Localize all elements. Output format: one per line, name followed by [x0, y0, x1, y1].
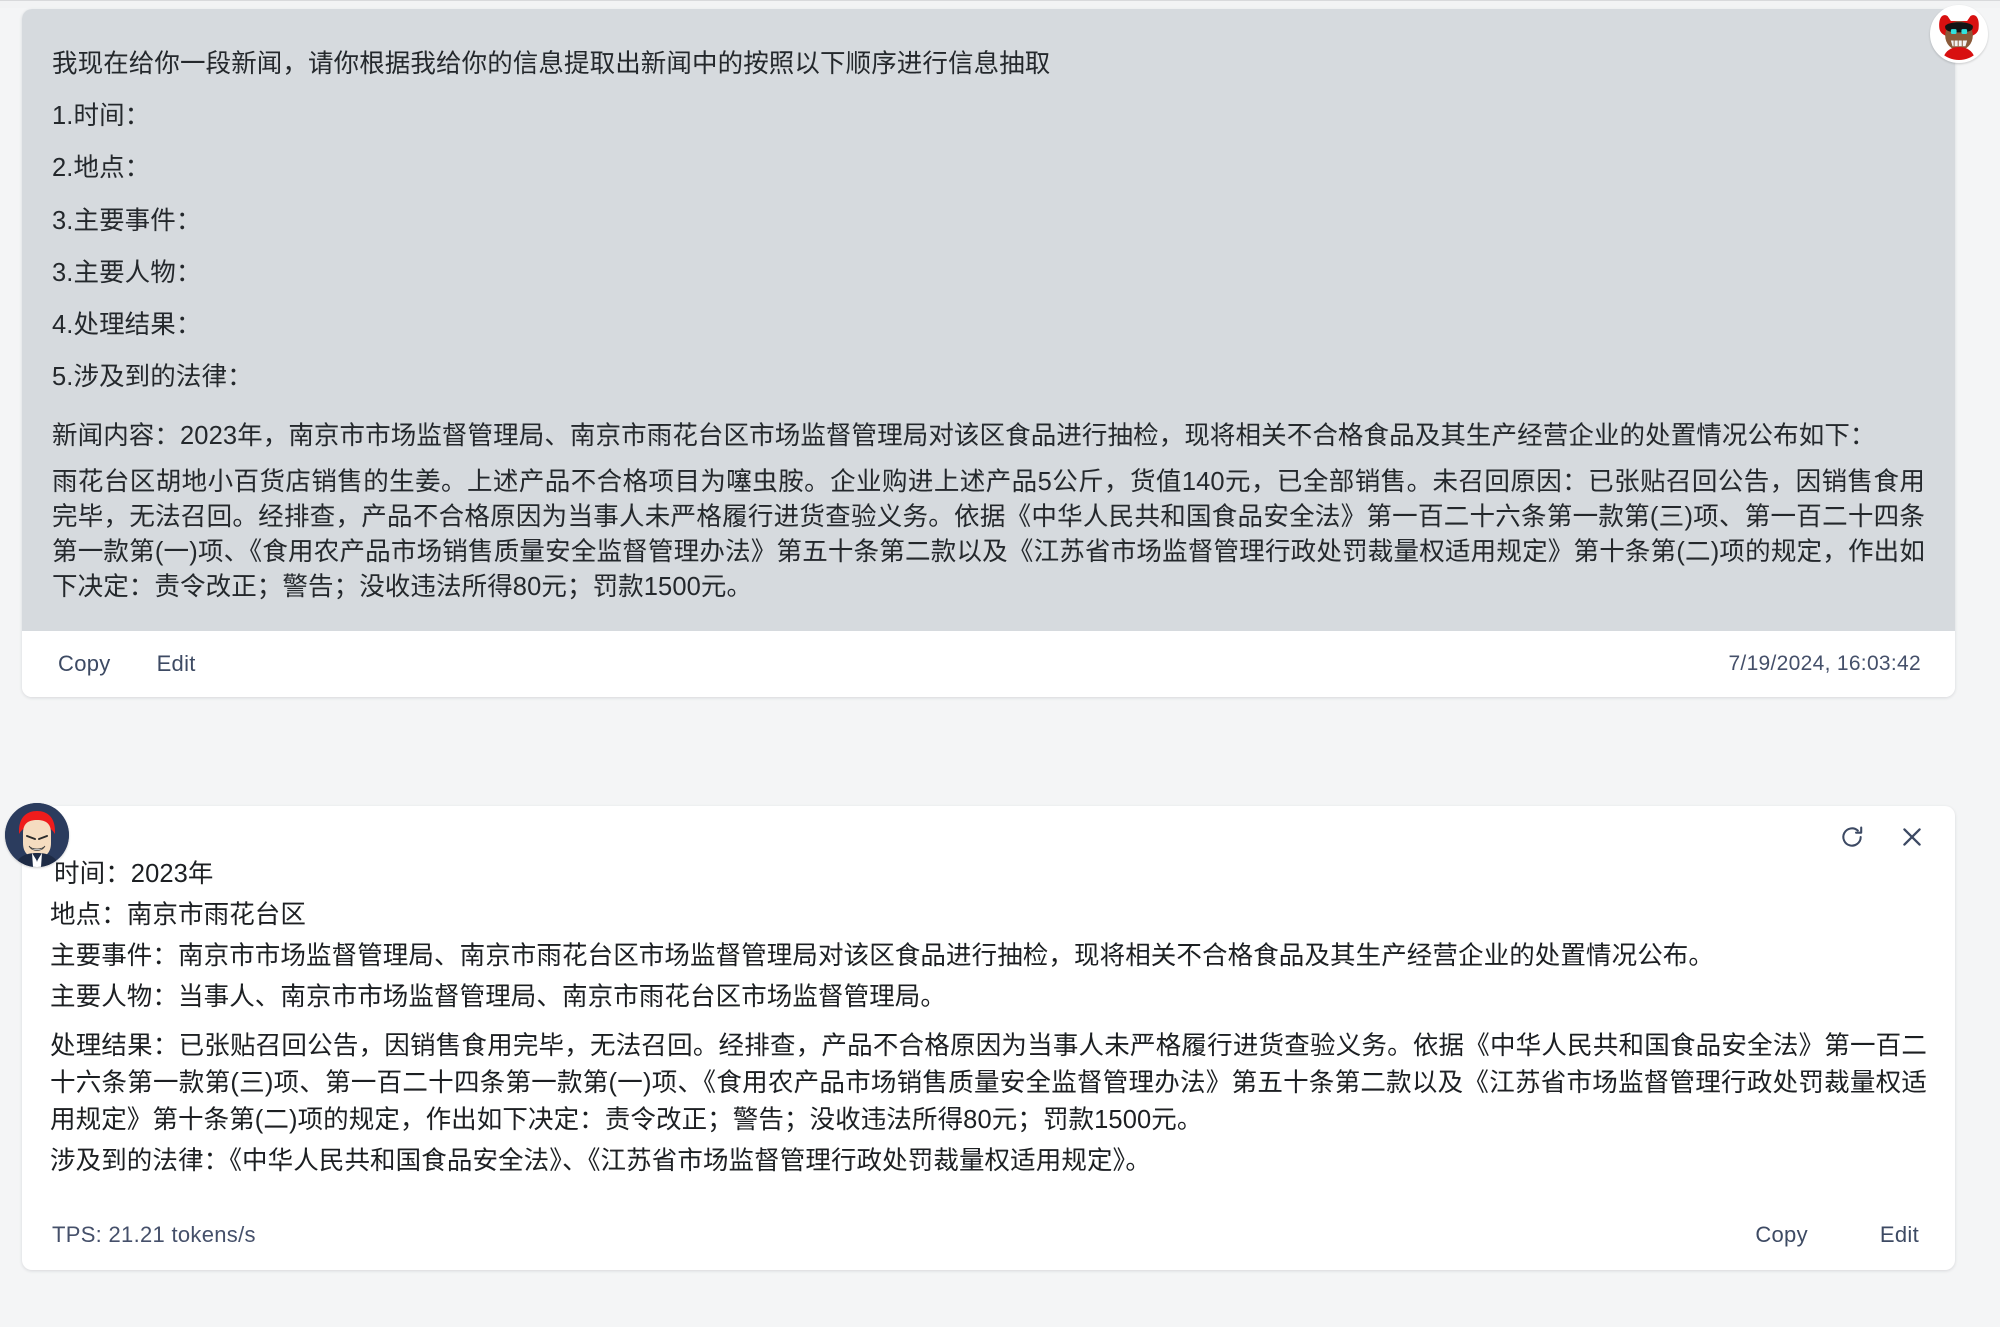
- refresh-icon: [1842, 826, 1863, 847]
- answer-line-place: 地点：南京市雨花台区: [50, 900, 307, 929]
- close-icon: [1903, 828, 1921, 846]
- window-top-strip: [0, 0, 2000, 8]
- user-message-card: 我现在给你一段新闻，请你根据我给你的信息提取出新闻中的按照以下顺序进行信息抽取 …: [22, 9, 1955, 698]
- assistant-avatar-image: [5, 803, 69, 867]
- news-body: 雨花台区胡地小百货店销售的生姜。上述产品不合格项目为噻虫胺。企业购进上述产品5公…: [52, 467, 1925, 602]
- prompt-field-time: 1.时间：: [52, 102, 151, 131]
- assistant-message-footer: TPS: 21.21 tokens/s Copy Edit: [22, 1200, 1955, 1270]
- prompt-field-law: 5.涉及到的法律：: [52, 363, 253, 392]
- assistant-copy-button[interactable]: Copy: [1745, 1216, 1818, 1254]
- user-avatar-image: [1933, 8, 1985, 60]
- assistant-avatar: [5, 803, 69, 867]
- news-intro: 新闻内容：2023年，南京市市场监督管理局、南京市雨花台区市场监督管理局对该区食…: [52, 422, 1876, 451]
- prompt-intro: 我现在给你一段新闻，请你根据我给你的信息提取出新闻中的按照以下顺序进行信息抽取: [52, 50, 1051, 78]
- prompt-field-result: 4.处理结果：: [52, 310, 202, 339]
- assistant-message-tools: [1835, 820, 1929, 854]
- user-copy-button[interactable]: Copy: [48, 645, 121, 683]
- prompt-field-event: 3.主要事件：: [52, 206, 202, 235]
- user-message-footer: Copy Edit 7/19/2024, 16:03:42: [22, 631, 1955, 698]
- answer-line-time: 时间：2023年: [54, 860, 214, 888]
- user-edit-button[interactable]: Edit: [147, 645, 206, 683]
- user-avatar: [1930, 5, 1988, 63]
- answer-line-law: 涉及到的法律：《中华人民共和国食品安全法》、《江苏省市场监督管理行政处罚裁量权适…: [50, 1146, 1152, 1175]
- tps-indicator: TPS: 21.21 tokens/s: [52, 1221, 256, 1247]
- answer-line-event: 主要事件：南京市市场监督管理局、南京市雨花台区市场监督管理局对该区食品进行抽检，…: [50, 941, 1715, 970]
- close-button[interactable]: [1895, 820, 1929, 854]
- prompt-field-people: 3.主要人物：: [52, 258, 202, 287]
- regenerate-icon[interactable]: [1835, 820, 1869, 854]
- chat-app: 我现在给你一段新闻，请你根据我给你的信息提取出新闻中的按照以下顺序进行信息抽取 …: [0, 0, 2000, 1327]
- assistant-message-body: 时间：2023年 地点：南京市雨花台区 主要事件：南京市市场监督管理局、南京市雨…: [22, 854, 1955, 1200]
- assistant-edit-button[interactable]: Edit: [1870, 1216, 1929, 1254]
- assistant-message-card: 时间：2023年 地点：南京市雨花台区 主要事件：南京市市场监督管理局、南京市雨…: [22, 806, 1955, 1270]
- prompt-field-place: 2.地点：: [52, 154, 151, 183]
- assistant-message-header: [22, 806, 1955, 854]
- assistant-actions: Copy Edit: [1693, 1216, 1929, 1254]
- answer-line-result: 处理结果：已张贴召回公告，因销售食用完毕，无法召回。经排查，产品不合格原因为当事…: [50, 1031, 1927, 1134]
- user-message-timestamp: 7/19/2024, 16:03:42: [1728, 652, 1921, 676]
- answer-line-people: 主要人物：当事人、南京市市场监督管理局、南京市雨花台区市场监督管理局。: [50, 982, 947, 1011]
- user-message-body: 我现在给你一段新闻，请你根据我给你的信息提取出新闻中的按照以下顺序进行信息抽取 …: [22, 9, 1955, 632]
